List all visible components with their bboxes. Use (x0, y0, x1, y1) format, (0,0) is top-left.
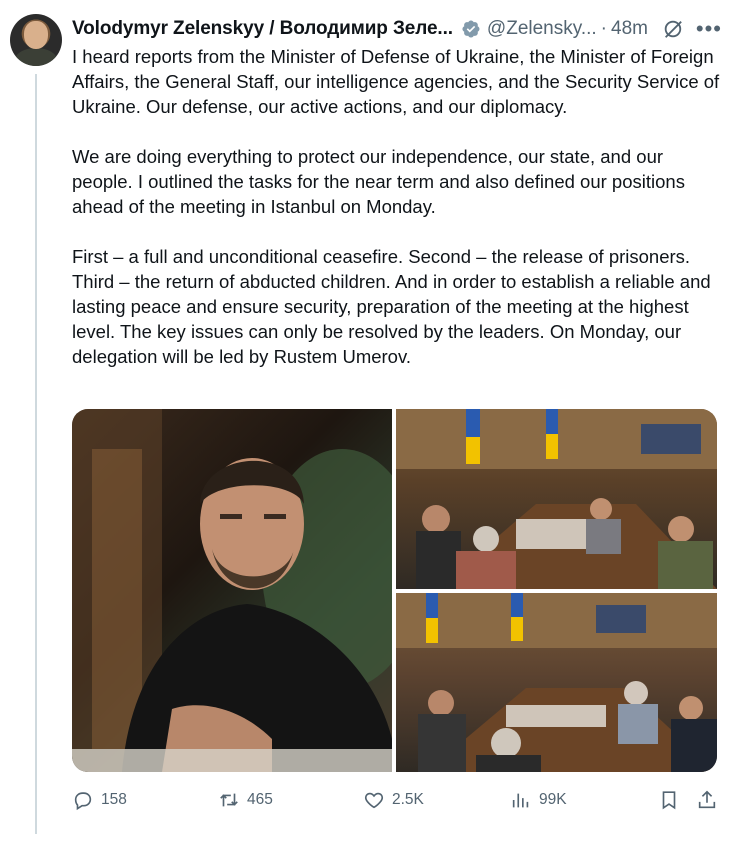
repost-icon (220, 793, 238, 807)
avatar-shirt (15, 48, 57, 66)
thread-line (35, 74, 37, 834)
paragraph: I heard reports from the Minister of Def… (72, 46, 720, 117)
views-icon (512, 793, 529, 808)
action-bar: 158 465 2.5K 99K (72, 784, 720, 816)
media-grid (72, 409, 717, 772)
author-name[interactable]: Volodymyr Zelenskyy / Володимир Зеле... (72, 18, 453, 40)
tweet: Volodymyr Zelenskyy / Володимир Зеле... … (0, 0, 730, 841)
photo-meeting-bottom[interactable] (396, 593, 717, 772)
separator-dot: · (600, 18, 607, 39)
author-handle[interactable]: @Zelensky... (487, 18, 597, 40)
share-button[interactable] (696, 789, 725, 811)
like-button[interactable]: 2.5K (363, 789, 424, 811)
reply-icon (74, 792, 92, 811)
photo-portrait[interactable] (72, 409, 392, 772)
grok-icon[interactable] (662, 18, 684, 40)
reply-count: 158 (101, 791, 127, 808)
paragraph: We are doing everything to protect our i… (72, 146, 685, 217)
repost-count: 465 (247, 791, 273, 808)
tweet-header: Volodymyr Zelenskyy / Володимир Зеле... … (72, 14, 722, 44)
reply-button[interactable]: 158 (72, 789, 127, 811)
verified-badge-icon (462, 20, 480, 38)
paragraph: First – a full and unconditional ceasefi… (72, 246, 711, 367)
avatar[interactable] (10, 14, 62, 66)
photo-meeting-top[interactable] (396, 409, 717, 589)
views-button[interactable]: 99K (510, 789, 567, 811)
tweet-text: I heard reports from the Minister of Def… (72, 44, 722, 394)
heart-icon (364, 792, 384, 809)
like-count: 2.5K (392, 791, 424, 808)
avatar-face (24, 21, 48, 49)
views-count: 99K (539, 791, 567, 808)
bookmark-button[interactable] (658, 789, 687, 811)
share-icon (698, 790, 716, 809)
tweet-time[interactable]: 48m (611, 18, 648, 40)
repost-button[interactable]: 465 (218, 789, 273, 811)
bookmark-icon (662, 791, 676, 810)
more-icon[interactable]: ••• (696, 16, 722, 42)
